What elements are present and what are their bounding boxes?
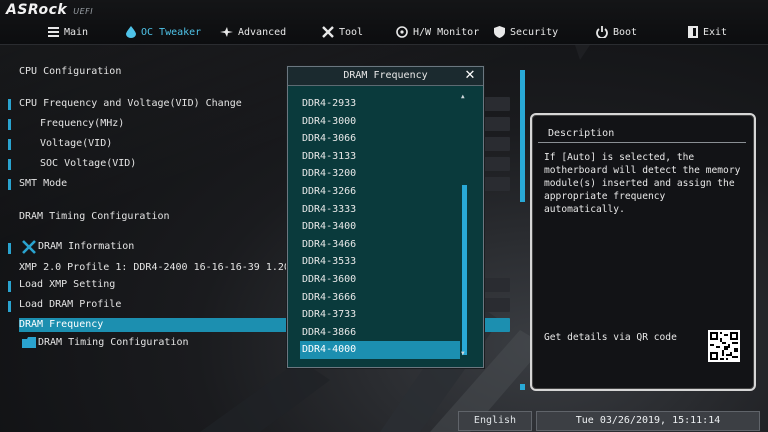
value-field[interactable] [480, 278, 510, 292]
item-marker [8, 139, 11, 150]
qr-label: Get details via QR code [544, 332, 677, 343]
tab-label: Main [64, 26, 89, 38]
drop-icon [126, 26, 136, 38]
list-item[interactable]: DDR4-2933 [300, 95, 460, 113]
popup-scrollbar[interactable] [462, 185, 467, 355]
tab-label: Exit [703, 26, 728, 38]
dram-timing-configuration-item[interactable]: DRAM Timing Configuration [38, 336, 189, 350]
tab-label: OC Tweaker [141, 26, 202, 38]
tab-label: H/W Monitor [413, 26, 480, 38]
list-item[interactable]: DDR4-3533 [300, 253, 460, 271]
tools-icon [22, 240, 36, 254]
item-marker [8, 99, 11, 110]
item-marker [8, 301, 11, 312]
close-button[interactable]: ✕ [463, 69, 477, 83]
cpu-frequency-voltage-change[interactable]: CPU Frequency and Voltage(VID) Change [19, 97, 242, 111]
xmp-profile-info: XMP 2.0 Profile 1: DDR4-2400 16-16-16-39… [19, 262, 296, 273]
tab-boot[interactable]: Boot [596, 24, 637, 40]
frequency-options-list: DDR4-2933 DDR4-3000 DDR4-3066 DDR4-3133 … [300, 95, 460, 359]
list-item[interactable]: DDR4-3600 [300, 271, 460, 289]
value-field[interactable] [480, 97, 510, 111]
scroll-end [520, 384, 525, 390]
brand-logo: ASRock UEFI [6, 2, 93, 18]
list-item[interactable]: DDR4-3666 [300, 289, 460, 307]
folder-icon [22, 337, 36, 348]
list-item[interactable]: DDR4-3066 [300, 130, 460, 148]
tab-main[interactable]: Main [48, 24, 88, 40]
dram-frequency-item[interactable]: DRAM Frequency [19, 318, 297, 332]
cpu-configuration-header: CPU Configuration [19, 66, 122, 77]
dram-timing-header: DRAM Timing Configuration [19, 211, 170, 222]
exit-icon [688, 26, 698, 38]
shield-icon [494, 26, 505, 38]
scroll-up-icon[interactable]: ▲ [461, 94, 468, 100]
list-item[interactable]: DDR4-3400 [300, 218, 460, 236]
tab-tool[interactable]: Tool [322, 24, 363, 40]
logo-sub: UEFI [73, 7, 94, 16]
tab-exit[interactable]: Exit [688, 24, 727, 40]
value-field[interactable] [480, 318, 510, 332]
list-item-selected[interactable]: DDR4-4000 [300, 341, 460, 359]
monitor-icon [396, 26, 408, 38]
list-item[interactable]: DDR4-3466 [300, 236, 460, 254]
logo-text: ASRock [6, 2, 68, 18]
tab-oc-tweaker[interactable]: OC Tweaker [126, 24, 201, 40]
value-field[interactable] [480, 298, 510, 312]
list-item[interactable]: DDR4-3733 [300, 306, 460, 324]
item-marker [8, 119, 11, 130]
list-icon [48, 27, 59, 37]
load-dram-profile-item[interactable]: Load DRAM Profile [19, 298, 121, 312]
scroll-down-icon[interactable]: ▼ [461, 351, 468, 357]
dram-information-item[interactable]: DRAM Information [38, 240, 134, 254]
frequency-mhz-item[interactable]: Frequency(MHz) [40, 117, 124, 131]
item-marker [8, 179, 11, 190]
list-item[interactable]: DDR4-3866 [300, 324, 460, 342]
list-item[interactable]: DDR4-3200 [300, 165, 460, 183]
tab-security[interactable]: Security [494, 24, 558, 40]
list-item[interactable]: DDR4-3000 [300, 113, 460, 131]
dram-frequency-popup: DRAM Frequency ✕ DDR4-2933 DDR4-3000 DDR… [287, 66, 484, 368]
tab-label: Security [510, 26, 559, 38]
main-scrollbar[interactable] [520, 70, 525, 202]
soc-voltage-item[interactable]: SOC Voltage(VID) [40, 157, 136, 171]
item-marker [8, 243, 11, 254]
value-field[interactable] [480, 117, 510, 131]
language-button[interactable]: English [458, 411, 532, 431]
dram-frequency-label: DRAM Frequency [19, 319, 104, 330]
power-icon [596, 26, 608, 38]
smt-mode-item[interactable]: SMT Mode [19, 177, 67, 191]
list-item[interactable]: DDR4-3333 [300, 201, 460, 219]
load-xmp-setting-item[interactable]: Load XMP Setting [19, 278, 115, 292]
tab-label: Boot [613, 26, 638, 38]
popup-title-bar: DRAM Frequency ✕ [288, 67, 483, 86]
tools-icon [322, 26, 334, 38]
value-field[interactable] [480, 137, 510, 151]
tab-label: Tool [339, 26, 364, 38]
value-field[interactable] [480, 157, 510, 171]
list-item[interactable]: DDR4-3133 [300, 148, 460, 166]
description-text: If [Auto] is selected, the motherboard w… [544, 152, 741, 215]
star-icon [220, 27, 233, 37]
popup-title: DRAM Frequency [343, 70, 428, 81]
voltage-vid-item[interactable]: Voltage(VID) [40, 137, 112, 151]
list-item[interactable]: DDR4-3266 [300, 183, 460, 201]
top-bar: ASRock UEFI Main OC Tweaker Advanced Tool… [0, 0, 768, 45]
tab-label: Advanced [238, 26, 287, 38]
divider [538, 142, 746, 143]
item-marker [8, 159, 11, 170]
qr-code-icon [708, 330, 740, 362]
value-field[interactable] [480, 177, 510, 191]
date-time-display: Tue 03/26/2019, 15:11:14 [536, 411, 760, 431]
tab-hw-monitor[interactable]: H/W Monitor [396, 24, 479, 40]
item-marker [8, 281, 11, 292]
description-title: Description [548, 128, 615, 139]
tab-advanced[interactable]: Advanced [220, 24, 286, 40]
